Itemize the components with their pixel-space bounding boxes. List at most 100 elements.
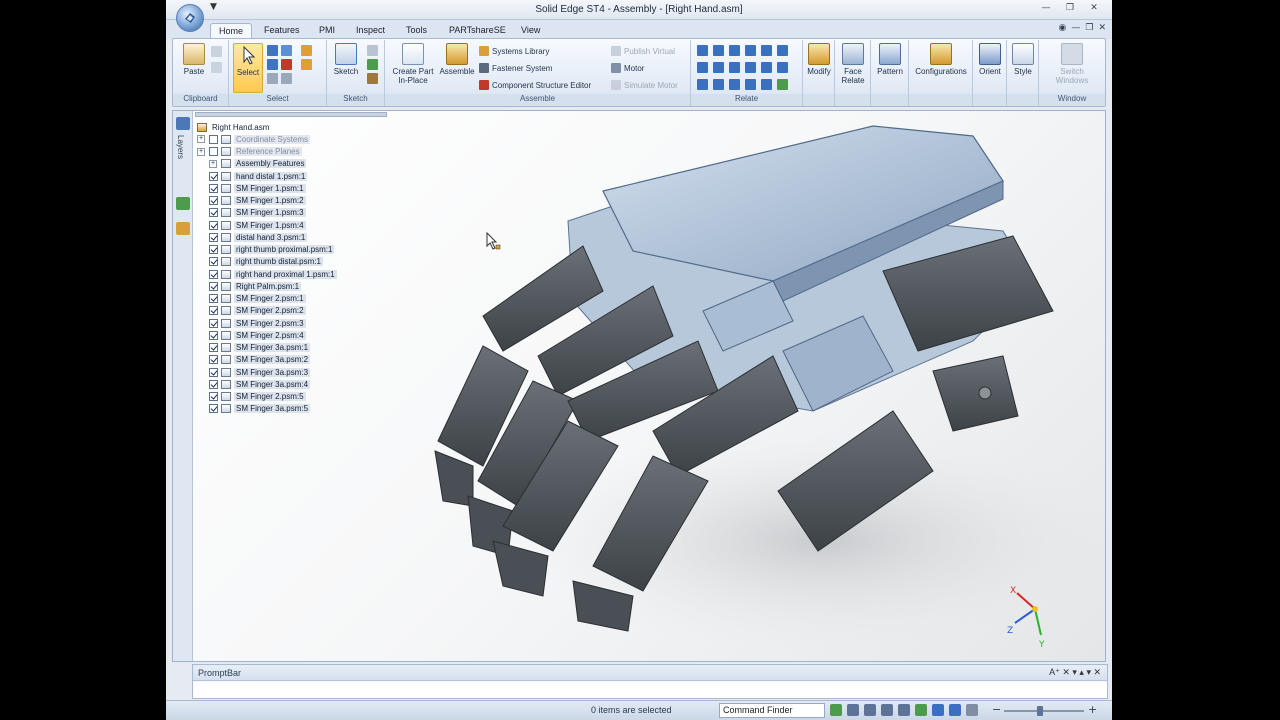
flash-fit-icon[interactable] [777, 62, 788, 73]
tree-item[interactable]: right hand proximal 1.psm:1 [197, 268, 397, 280]
mate-icon[interactable] [697, 45, 708, 56]
close-button[interactable]: ✕ [1084, 1, 1104, 15]
graphics-window[interactable]: Layers Right Hand.asm + Coordinate System… [172, 110, 1106, 662]
application-button[interactable] [176, 4, 204, 32]
sphere-view-icon[interactable] [932, 704, 944, 716]
axial-align-icon[interactable] [729, 45, 740, 56]
zoom-in-icon[interactable]: + [1088, 703, 1097, 716]
visibility-checkbox[interactable] [209, 355, 218, 365]
pathfinder-tab-icon[interactable] [176, 117, 190, 130]
help-icon[interactable]: ◉ [1059, 23, 1067, 33]
ground-icon[interactable] [713, 79, 724, 90]
tree-item[interactable]: SM Finger 1.psm:1 [197, 182, 397, 194]
refresh-icon[interactable] [830, 704, 842, 716]
view-style-icon[interactable] [966, 704, 978, 716]
center-plane-icon[interactable] [745, 79, 756, 90]
sketch-tool-icon[interactable] [367, 45, 378, 56]
layers-tab[interactable]: Layers [176, 135, 185, 159]
shaded-view-icon[interactable] [949, 704, 961, 716]
tree-item[interactable]: Right Palm.psm:1 [197, 280, 397, 292]
zoom-slider-knob[interactable] [1037, 706, 1043, 716]
motor-button[interactable]: Motor [611, 63, 644, 73]
relate-tool-icon[interactable] [777, 79, 788, 90]
copy-icon[interactable] [211, 62, 222, 73]
insert-icon[interactable] [745, 45, 756, 56]
fit-icon[interactable] [881, 704, 893, 716]
expand-icon[interactable]: + [209, 159, 217, 168]
connect-icon[interactable] [761, 45, 772, 56]
prompt-bar-controls[interactable]: A⁺ ✕ ▾ ▴ ▾ ✕ [1049, 667, 1101, 678]
visibility-checkbox[interactable] [209, 269, 218, 279]
tree-item[interactable]: SM Finger 3a.psm:5 [197, 403, 397, 415]
visibility-checkbox[interactable] [209, 367, 218, 377]
rotate-icon[interactable] [915, 704, 927, 716]
command-finder-input[interactable]: Command Finder [719, 703, 825, 718]
select-tool-icon[interactable] [267, 73, 278, 84]
tree-item[interactable]: SM Finger 2.psm:2 [197, 305, 397, 317]
tab-pmi[interactable]: PMI [311, 23, 343, 39]
visibility-checkbox[interactable] [209, 134, 218, 144]
features-tab-icon[interactable] [176, 222, 190, 235]
select-tool-icon[interactable] [267, 59, 278, 70]
gear-relation-icon[interactable] [745, 62, 756, 73]
visibility-checkbox[interactable] [209, 281, 218, 291]
visibility-checkbox[interactable] [209, 294, 218, 304]
restore-button[interactable]: ❐ [1060, 1, 1080, 15]
visibility-checkbox[interactable] [209, 220, 218, 230]
zoom-area-icon[interactable] [847, 704, 859, 716]
visibility-checkbox[interactable] [209, 318, 218, 328]
fastener-system-button[interactable]: Fastener System [479, 63, 552, 73]
select-button[interactable]: Select [233, 43, 263, 93]
minimize-button[interactable]: — [1036, 1, 1056, 15]
tab-tools[interactable]: Tools [398, 23, 435, 39]
select-tool-icon[interactable] [301, 59, 312, 70]
simulate-motor-button[interactable]: Simulate Motor [611, 80, 678, 90]
library-tab-icon[interactable] [176, 197, 190, 210]
visibility-checkbox[interactable] [209, 208, 218, 218]
visibility-checkbox[interactable] [209, 379, 218, 389]
tab-view[interactable]: View [513, 23, 548, 39]
tab-home[interactable]: Home [210, 23, 253, 39]
match-coordinate-icon[interactable] [729, 79, 740, 90]
tree-item[interactable]: SM Finger 3a.psm:1 [197, 342, 397, 354]
zoom-icon[interactable] [864, 704, 876, 716]
tree-item[interactable]: right thumb distal.psm:1 [197, 256, 397, 268]
visibility-checkbox[interactable] [209, 306, 218, 316]
select-tool-icon[interactable] [281, 45, 292, 56]
select-tool-icon[interactable] [281, 73, 292, 84]
component-structure-editor-button[interactable]: Component Structure Editor [479, 80, 591, 90]
tree-item[interactable]: hand distal 1.psm:1 [197, 170, 397, 182]
visibility-checkbox[interactable] [209, 196, 218, 206]
relation-icon[interactable] [761, 79, 772, 90]
planar-align-icon[interactable] [713, 45, 724, 56]
parallel-icon[interactable] [729, 62, 740, 73]
view-triad[interactable]: X Y Z [1003, 581, 1063, 651]
zoom-slider[interactable] [1004, 706, 1084, 716]
ribbon-minimize-icon[interactable]: — [1071, 23, 1080, 33]
visibility-checkbox[interactable] [209, 330, 218, 340]
tree-item[interactable]: SM Finger 2.psm:3 [197, 317, 397, 329]
cut-icon[interactable] [211, 46, 222, 57]
tab-inspect[interactable]: Inspect [348, 23, 393, 39]
doc-restore-icon[interactable]: ❐ [1085, 23, 1093, 33]
pan-icon[interactable] [898, 704, 910, 716]
systems-library-button[interactable]: Systems Library [479, 46, 549, 56]
visibility-checkbox[interactable] [209, 232, 218, 242]
visibility-checkbox[interactable] [209, 171, 218, 181]
assemble-button[interactable]: Assemble [437, 43, 477, 93]
tab-partshare[interactable]: PARTshareSE [441, 23, 514, 39]
sketch-tool-icon[interactable] [367, 59, 378, 70]
style-button[interactable]: Style [1007, 43, 1039, 93]
tree-item[interactable]: SM Finger 2.psm:5 [197, 391, 397, 403]
tangent-icon[interactable] [697, 62, 708, 73]
tree-root[interactable]: Right Hand.asm [197, 121, 397, 133]
orient-button[interactable]: Orient [973, 43, 1007, 93]
visibility-checkbox[interactable] [209, 147, 218, 157]
tree-item[interactable]: SM Finger 3a.psm:2 [197, 354, 397, 366]
tree-item[interactable]: SM Finger 3a.psm:4 [197, 378, 397, 390]
switch-windows-button[interactable]: Switch Windows [1047, 43, 1097, 93]
tree-item[interactable]: + Assembly Features [197, 158, 397, 170]
tree-item[interactable]: distal hand 3.psm:1 [197, 231, 397, 243]
prompt-bar-text-area[interactable] [193, 682, 1107, 698]
tree-item[interactable]: SM Finger 1.psm:4 [197, 219, 397, 231]
